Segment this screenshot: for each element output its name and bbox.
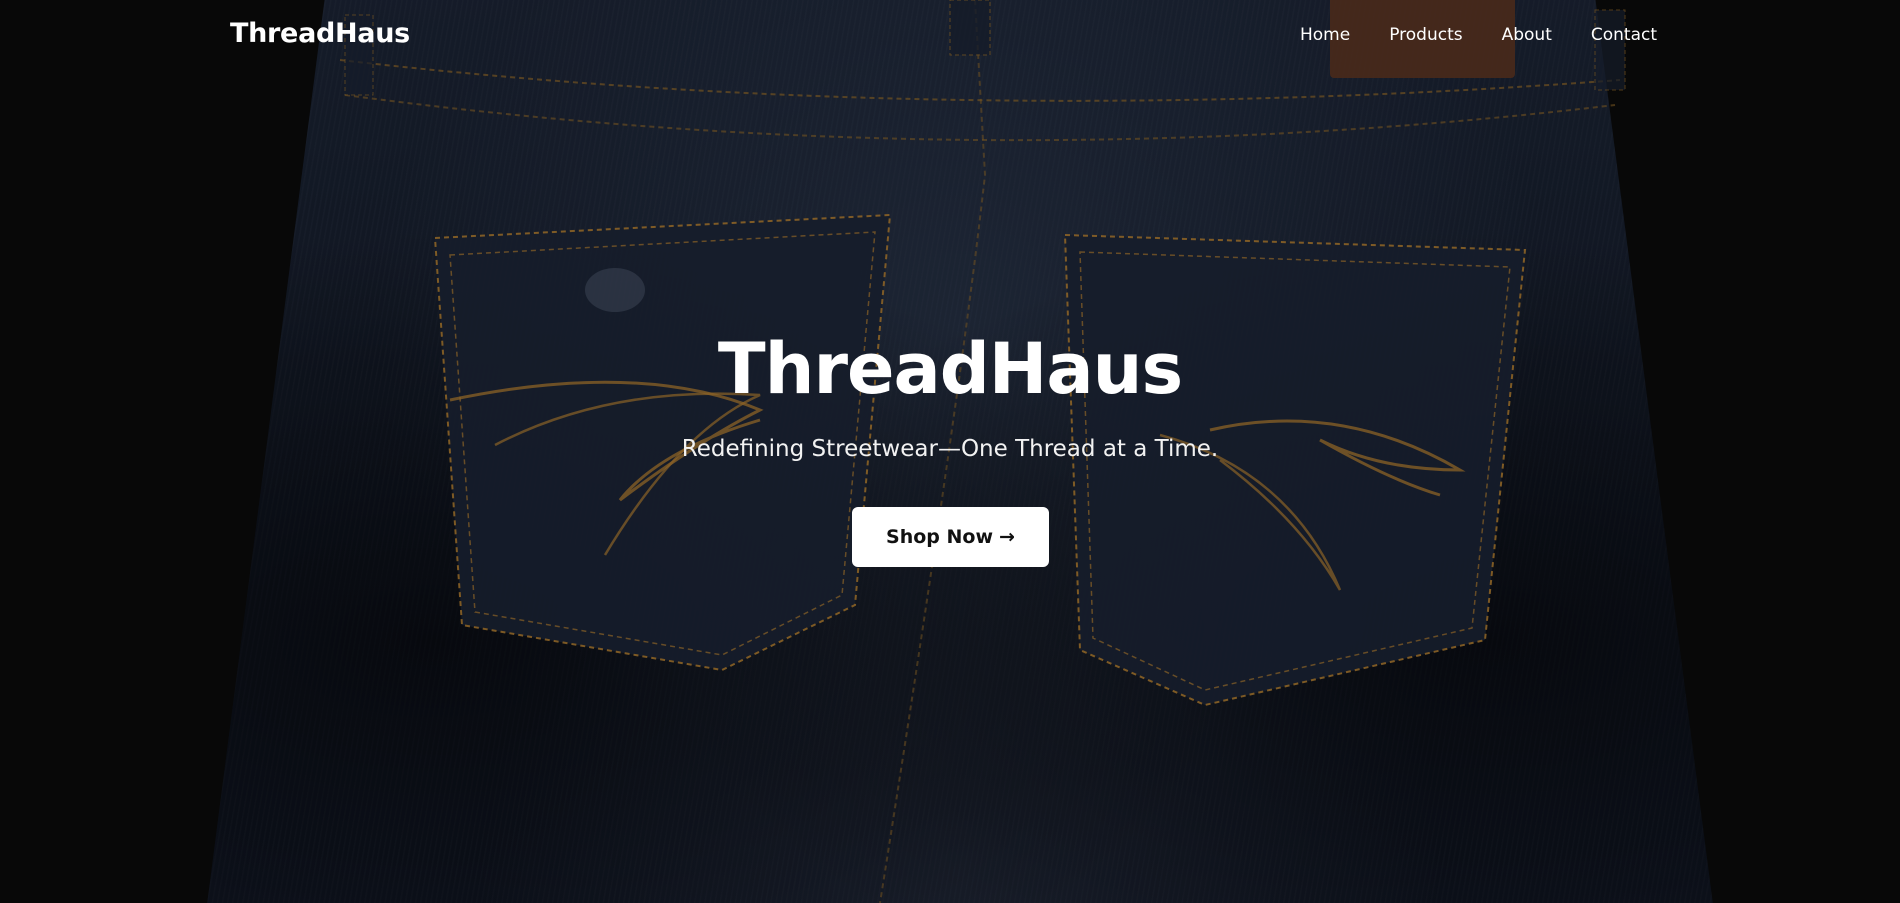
hero-title: ThreadHaus xyxy=(717,328,1183,410)
arrow-right-icon: → xyxy=(999,526,1015,548)
shop-now-label: Shop Now xyxy=(886,526,994,548)
hero-content: ThreadHaus Redefining Streetwear—One Thr… xyxy=(0,0,1900,903)
hero-section: ThreadHaus Home Products About Contact T… xyxy=(0,0,1900,903)
hero-subtitle: Redefining Streetwear—One Thread at a Ti… xyxy=(681,436,1219,462)
shop-now-button[interactable]: Shop Now → xyxy=(852,507,1049,567)
